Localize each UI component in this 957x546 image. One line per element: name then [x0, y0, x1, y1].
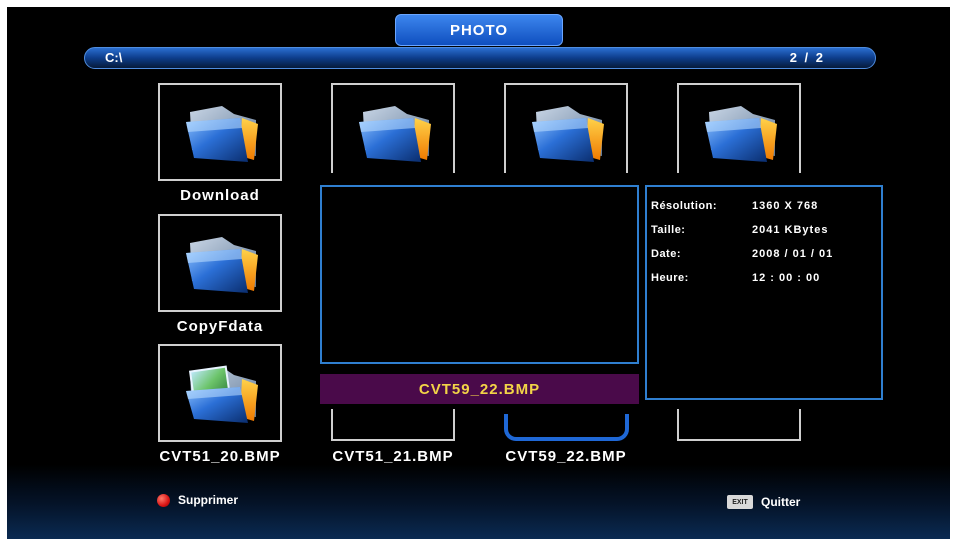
folder-icon — [182, 93, 262, 173]
size-label: Taille: — [651, 224, 686, 236]
item-label-cvt51-21: CVT51_21.BMP — [332, 448, 454, 465]
date-value: 2008 / 01 / 01 — [752, 248, 834, 260]
thumbnail-cvt51-21[interactable] — [331, 409, 455, 441]
delete-label: Supprimer — [178, 493, 239, 507]
red-button-icon — [157, 493, 170, 507]
resolution-value: 1360 X 768 — [752, 200, 819, 212]
folder-icon — [182, 224, 262, 304]
time-value: 12 : 00 : 00 — [752, 272, 821, 284]
media-browser-screen: PHOTO C:\ 2 / 2 Download CopyFdata CVT51… — [7, 7, 950, 539]
thumbnail-copyfdata[interactable] — [158, 214, 282, 312]
delete-button[interactable]: Supprimer — [157, 493, 238, 507]
page-counter: 2 / 2 — [789, 50, 825, 65]
thumbnail-folder-4[interactable] — [677, 83, 801, 173]
exit-key-icon: EXIT — [727, 495, 753, 509]
folder-icon — [355, 93, 435, 173]
image-folder-icon — [182, 354, 262, 434]
item-label-copyfdata: CopyFdata — [176, 318, 264, 335]
date-label: Date: — [651, 248, 682, 260]
size-value: 2041 KBytes — [752, 224, 829, 236]
thumbnail-folder-2[interactable] — [331, 83, 455, 173]
item-label-cvt51-20: CVT51_20.BMP — [159, 448, 281, 465]
thumbnail-folder-3[interactable] — [504, 83, 628, 173]
current-path: C:\ — [105, 50, 123, 65]
path-bar: C:\ 2 / 2 — [84, 47, 876, 69]
item-label-download: Download — [180, 187, 260, 204]
file-info-panel: Résolution: 1360 X 768 Taille: 2041 KByt… — [645, 185, 883, 400]
folder-icon — [528, 93, 608, 173]
time-label: Heure: — [651, 272, 689, 284]
selected-filename: CVT59_22.BMP — [320, 374, 639, 404]
folder-icon — [701, 93, 781, 173]
thumbnail-download[interactable] — [158, 83, 282, 181]
item-label-cvt59-22: CVT59_22.BMP — [505, 448, 627, 465]
thumbnail-empty[interactable] — [677, 409, 801, 441]
photo-tab[interactable]: PHOTO — [395, 14, 563, 46]
quit-button[interactable]: EXIT Quitter — [727, 495, 800, 509]
image-preview — [320, 185, 639, 364]
resolution-label: Résolution: — [651, 200, 717, 212]
quit-label: Quitter — [761, 495, 801, 509]
selection-highlight[interactable] — [504, 414, 629, 441]
thumbnail-cvt51-20[interactable] — [158, 344, 282, 442]
